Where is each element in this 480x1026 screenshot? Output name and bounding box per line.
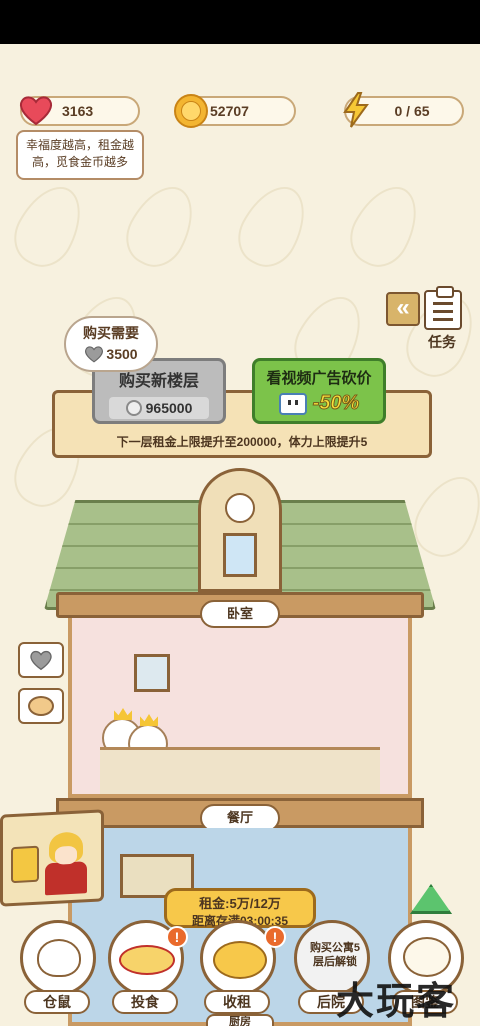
ad-discount-label: 看视频广告砍价	[266, 370, 372, 387]
silver-coin-icon	[125, 400, 142, 416]
upgrade-info: 下一层租金上限提升至200000，体力上限提升5	[116, 435, 368, 449]
buy-floor-price: 965000	[145, 400, 193, 416]
kitchen-label: 厨房	[206, 1014, 274, 1026]
watermark: 大玩客	[336, 979, 457, 1023]
food-plate-icon	[119, 945, 175, 975]
hamster-queen[interactable]	[128, 714, 168, 764]
clipboard-icon	[424, 286, 462, 330]
task-label: 任务	[428, 334, 456, 350]
tv-icon	[278, 392, 307, 415]
travel-event-card[interactable]	[0, 809, 104, 907]
seed-emblem-icon	[225, 493, 255, 523]
bedroom-room[interactable]	[68, 618, 412, 798]
nav-hamster-button[interactable]	[20, 920, 96, 996]
task-button[interactable]: « 任务	[386, 286, 468, 350]
watch-ad-discount-button[interactable]: 看视频广告砍价 -50%	[252, 358, 386, 424]
ad-discount-value: -50%	[312, 392, 360, 415]
happiness-value: 3163	[62, 103, 94, 119]
gray-heart-icon	[30, 650, 52, 671]
crown-icon	[114, 708, 132, 720]
lightning-icon	[343, 92, 369, 128]
attic-window	[223, 533, 257, 577]
bedroom-label[interactable]: 卧室	[200, 600, 280, 628]
collapse-chevron-icon[interactable]: «	[386, 292, 420, 326]
nav-hamster-label[interactable]: 仓鼠	[24, 990, 90, 1014]
rent-alert-icon: !	[264, 926, 286, 948]
rent-amount: 租金:5万/12万	[199, 896, 281, 911]
coin-icon	[174, 94, 208, 128]
hamster-side-sign[interactable]	[18, 688, 64, 724]
happiness-side-sign[interactable]	[18, 642, 64, 678]
attic-dormer	[198, 468, 282, 592]
backyard-locked-text: 购买公寓5层后解锁	[309, 942, 361, 968]
hamster-icon	[37, 939, 81, 977]
purchase-requirement-title: 购买需要	[83, 325, 139, 341]
coin-value: 52707	[210, 103, 249, 119]
status-bar	[0, 0, 480, 44]
nav-rent-label[interactable]: 收租	[204, 990, 270, 1014]
feed-alert-icon: !	[166, 926, 188, 948]
purchase-requirement-bubble: 购买需要 3500	[64, 316, 158, 372]
heart-icon	[19, 96, 53, 126]
nav-feed-label[interactable]: 投食	[112, 990, 178, 1014]
character-portrait	[41, 831, 91, 898]
gray-heart-icon	[85, 346, 104, 363]
crown-icon	[140, 714, 158, 726]
required-hearts: 3500	[106, 346, 138, 362]
wall-picture	[134, 654, 170, 692]
luggage-icon	[11, 845, 39, 884]
happiness-tip: 幸福度越高，租金越高，觅食金币越多	[16, 130, 144, 180]
hamster-face-icon	[28, 696, 54, 716]
piggy-bank-icon	[213, 941, 267, 979]
energy-value: 0 / 65	[394, 103, 430, 119]
